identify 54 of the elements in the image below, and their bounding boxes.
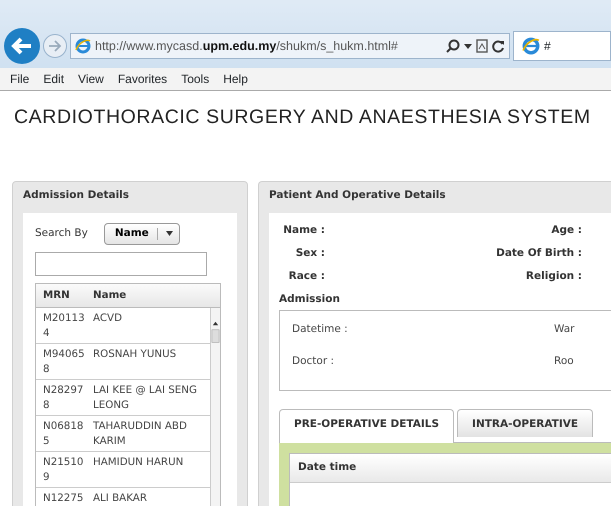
search-by-dropdown[interactable]: Name [104, 222, 180, 244]
menu-item[interactable]: Favorites [118, 70, 168, 88]
page-title: CARDIOTHORACIC SURGERY AND ANAESTHESIA SYSTEM [13, 105, 592, 130]
address-bar[interactable]: http://www.mycasd.upm.edu.my/shukm/s_hukm.html# [70, 33, 510, 59]
panel-title: Admission Details [23, 188, 130, 203]
menu-item[interactable]: Tools [181, 70, 210, 88]
search-by-label: Search By [35, 226, 88, 241]
table-cell: ROSNAH YUNUS [93, 348, 176, 360]
field-label: Roo [554, 354, 574, 368]
field-label: Datetime : [292, 322, 348, 334]
menu-item[interactable]: View [78, 70, 104, 88]
scrollbar[interactable] [210, 308, 220, 506]
column-header[interactable]: Name [93, 288, 220, 302]
field-label: War [554, 322, 574, 336]
table-cell: TAHARUDDIN ABD KARIM [93, 420, 187, 446]
menu-item[interactable]: Edit [43, 70, 64, 88]
caret-icon[interactable] [464, 44, 472, 48]
table-cell-text: N068185 [43, 418, 84, 448]
table-cell: HAMIDUN HARUN [93, 456, 184, 468]
tab[interactable]: PRE-OPERATIVE DETAILS [279, 408, 454, 444]
panel-title: Patient And Operative Details [269, 188, 447, 203]
table-cell: M201134 [43, 310, 86, 340]
caret-icon [166, 231, 173, 236]
menu-item[interactable]: File [10, 70, 30, 88]
field-label: Age : [551, 224, 582, 236]
table-cell-text: N215109 [43, 454, 84, 484]
search-field[interactable] [35, 252, 207, 276]
browser-tab[interactable]: # [513, 31, 611, 61]
column-header[interactable]: MRN [36, 288, 93, 302]
forward-arrow-icon [48, 40, 62, 52]
menu-item[interactable]: Help [223, 70, 248, 88]
table-cell: M940658 [43, 346, 86, 376]
table-cell-text: N12275 [43, 490, 84, 506]
tab-title: # [544, 38, 551, 55]
field-label: Sex : [296, 246, 325, 259]
search-icon[interactable] [446, 39, 460, 53]
field-label: Name : [283, 224, 325, 236]
field-label: Religion : [526, 270, 582, 282]
field-label: Race : [288, 270, 325, 282]
back-arrow-icon [11, 37, 33, 55]
back-button[interactable] [4, 28, 40, 64]
field-label: Doctor : [292, 354, 334, 366]
browser-logo-icon [522, 37, 540, 55]
table-cell: ACVD [93, 312, 122, 324]
compatibility-icon[interactable] [476, 39, 488, 53]
table-cell-text: N282978 [43, 382, 84, 412]
tab[interactable]: INTRA-OPERATIVE [457, 408, 594, 436]
field-label: Date Of Birth : [496, 246, 582, 259]
url-text: http://www.mycasd.upm.edu.my/shukm/s_hukm.html# [95, 38, 399, 55]
refresh-icon[interactable] [492, 40, 505, 52]
browser-logo-icon [75, 38, 91, 54]
table-cell: LAI KEE @ LAI SENG LEONG [93, 384, 197, 410]
section-title: Admission [279, 292, 341, 307]
table-cell: ALI BAKAR [93, 492, 147, 504]
